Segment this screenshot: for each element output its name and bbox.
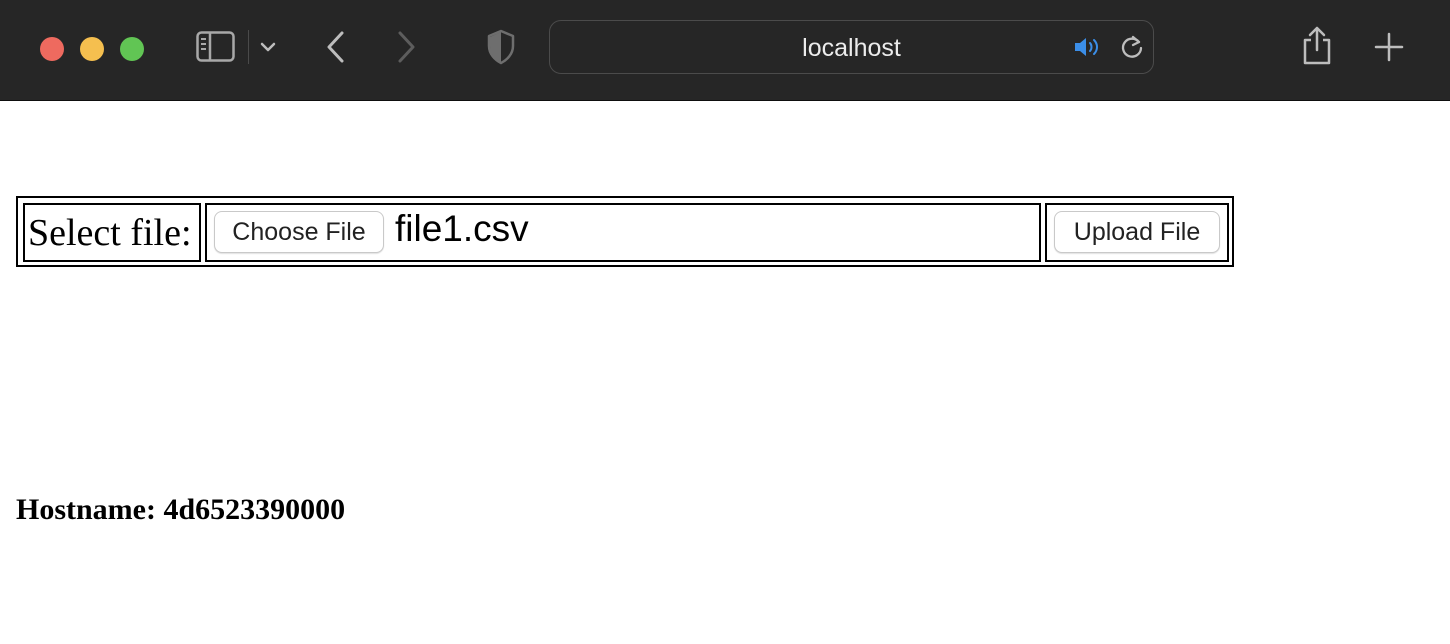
sidebar-icon[interactable] bbox=[196, 31, 236, 63]
address-text: localhost bbox=[802, 34, 901, 62]
speaker-icon[interactable] bbox=[1072, 35, 1102, 59]
select-file-label: Select file: bbox=[28, 212, 192, 254]
file-input-cell: Choose File file1.csv bbox=[205, 203, 1041, 262]
share-icon[interactable] bbox=[1300, 26, 1334, 66]
browser-toolbar: localhost bbox=[0, 0, 1450, 101]
plus-icon[interactable] bbox=[1374, 32, 1404, 62]
hostname-heading: Hostname: 4d6523390000 bbox=[16, 493, 346, 526]
reload-icon[interactable] bbox=[1119, 34, 1145, 60]
back-arrow-icon[interactable] bbox=[322, 30, 348, 64]
forward-arrow-icon[interactable] bbox=[394, 30, 420, 64]
close-window-icon[interactable] bbox=[40, 37, 64, 61]
upload-file-button[interactable]: Upload File bbox=[1054, 211, 1220, 253]
zoom-window-icon[interactable] bbox=[120, 37, 144, 61]
chevron-down-icon[interactable] bbox=[259, 40, 277, 54]
selected-file-name: file1.csv bbox=[395, 208, 529, 249]
page-content: Select file: Choose File file1.csv Uploa… bbox=[0, 101, 1450, 644]
toolbar-divider bbox=[248, 30, 249, 64]
shield-icon[interactable] bbox=[486, 29, 516, 65]
minimize-window-icon[interactable] bbox=[80, 37, 104, 61]
upload-form-table: Select file: Choose File file1.csv Uploa… bbox=[16, 196, 1234, 267]
choose-file-button[interactable]: Choose File bbox=[214, 211, 384, 253]
submit-cell: Upload File bbox=[1045, 203, 1229, 262]
label-cell: Select file: bbox=[23, 203, 201, 262]
address-bar[interactable]: localhost bbox=[549, 20, 1154, 74]
